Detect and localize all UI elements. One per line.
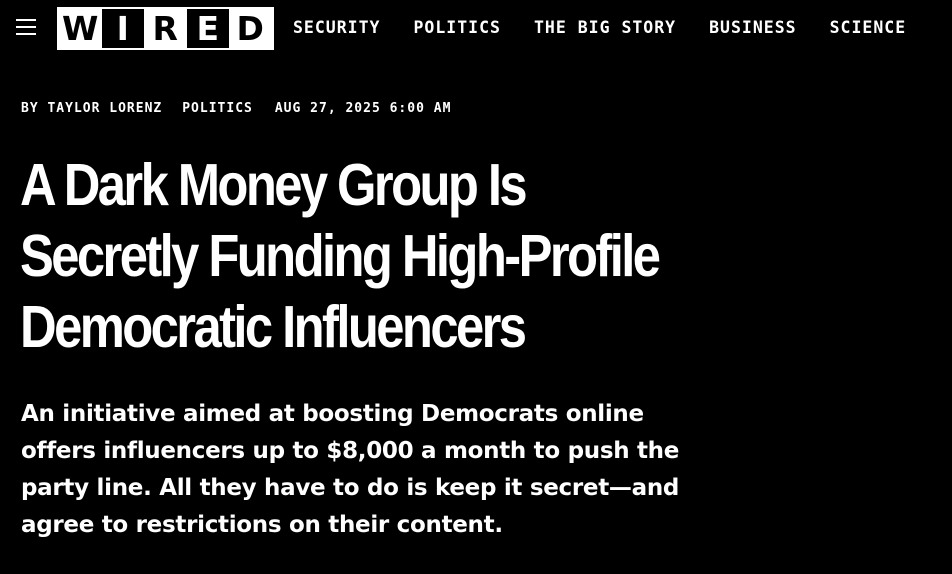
logo-letter-i: I [101, 9, 144, 48]
article-headline: A Dark Money Group Is Secretly Funding H… [20, 152, 661, 360]
logo-letter-d: D [229, 9, 272, 48]
menu-line [16, 26, 36, 28]
site-header: W I R E D SECURITY POLITICS THE BIG STOR… [0, 0, 952, 58]
main-nav: SECURITY POLITICS THE BIG STORY BUSINESS… [293, 18, 939, 38]
nav-item-business[interactable]: BUSINESS [709, 18, 796, 38]
menu-line [16, 19, 36, 21]
article-dek: An initiative aimed at boosting Democrat… [21, 401, 680, 538]
article-meta: BY TAYLOR LORENZ POLITICS AUG 27, 2025 6… [21, 101, 451, 117]
wired-logo[interactable]: W I R E D [57, 7, 274, 50]
nav-item-science[interactable]: SCIENCE [830, 18, 907, 38]
hamburger-menu-icon[interactable] [16, 19, 36, 37]
author-byline-link[interactable]: BY TAYLOR LORENZ [21, 101, 162, 117]
publish-date: AUG 27, 2025 6:00 AM [274, 101, 452, 116]
logo-letter-r: R [144, 9, 187, 48]
nav-item-politics[interactable]: POLITICS [413, 18, 500, 38]
nav-item-the-big-story[interactable]: THE BIG STORY [534, 18, 676, 38]
logo-letter-e: E [186, 9, 229, 48]
logo-letter-w: W [59, 9, 102, 48]
menu-line [16, 33, 36, 35]
category-link[interactable]: POLITICS [182, 101, 253, 117]
nav-item-security[interactable]: SECURITY [293, 18, 380, 38]
